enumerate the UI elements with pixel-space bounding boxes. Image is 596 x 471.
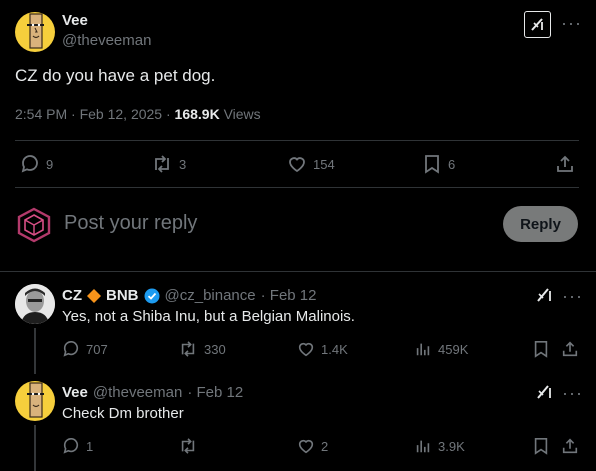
more-options-icon[interactable]: ··· [562,287,583,305]
reply-header-vee: Vee @theveeman · Feb 12 [62,384,243,401]
more-options-icon[interactable]: ··· [561,14,582,32]
author-name[interactable]: Vee [62,12,88,29]
reply-action[interactable]: 9 [20,154,53,174]
views-icon [416,343,430,356]
divider-top [15,140,579,141]
grok-button[interactable] [536,383,553,400]
reply-action[interactable]: 1 [62,437,93,455]
repost-count: 330 [204,341,226,357]
bookmark-action[interactable] [532,437,550,455]
reply-count: 707 [86,341,108,357]
share-icon [562,341,578,357]
author-handle[interactable]: @theveeman [62,32,151,49]
like-count: 154 [313,156,335,172]
bookmark-icon [425,155,439,174]
like-action[interactable]: 1.4K [297,340,348,358]
grok-icon [531,18,543,31]
like-icon [289,157,305,173]
reply-date[interactable]: · Feb 12 [261,287,317,304]
views-icon [416,440,430,453]
share-action[interactable] [555,154,575,174]
binance-diamond-icon [87,288,101,303]
reply-button[interactable]: Reply [503,206,578,242]
views-label: Views [219,106,261,122]
avatar-illustration [27,382,44,418]
bookmark-icon [534,340,548,358]
bookmark-count: 6 [448,156,456,172]
reply-handle[interactable]: @theveeman [93,384,182,401]
grok-button[interactable] [524,11,551,38]
reply-author-name[interactable]: Vee [62,384,88,401]
post-meta: 2:54 PM · Feb 12, 2025 · 168.9K Views [15,106,261,122]
share-action[interactable] [561,340,579,358]
bookmark-action[interactable]: 6 [422,154,455,174]
thread-connector [34,328,36,374]
share-action[interactable] [561,437,579,455]
avatar-illustration [27,13,44,49]
cz-portrait [15,284,55,324]
reply-header-cz: CZ BNB @cz_binance · Feb 12 [62,287,317,304]
views-action[interactable]: 459K [414,340,468,358]
repost-action[interactable]: 330 [178,340,226,358]
share-icon [562,438,578,454]
repost-icon [181,438,195,454]
grok-icon [537,385,551,399]
post-timestamp[interactable]: 2:54 PM · Feb 12, 2025 · [15,106,175,122]
reply-avatar-vee[interactable] [15,381,55,421]
divider-mid [15,187,579,188]
views-action[interactable]: 3.9K [414,437,465,455]
repost-icon [155,155,169,173]
reply-author-name[interactable]: CZ [62,287,82,304]
repost-icon [181,341,195,357]
more-options-icon[interactable]: ··· [562,384,583,402]
views-count: 3.9K [438,438,465,454]
like-count: 2 [321,438,329,454]
reply-text: Yes, not a Shiba Inu, but a Belgian Mali… [62,308,355,325]
divider-bottom [0,271,596,272]
composer-avatar[interactable] [15,206,53,244]
like-action[interactable]: 2 [297,437,328,455]
bookmark-action[interactable] [532,340,550,358]
reply-icon [21,155,38,173]
author-avatar[interactable] [15,12,55,52]
grok-button[interactable] [536,286,553,303]
views-count: 459K [438,341,469,357]
reply-input[interactable]: Post your reply [64,212,197,235]
share-icon [557,155,573,172]
reply-count: 1 [86,438,94,454]
reply-text: Check Dm brother [62,405,184,422]
post-text: CZ do you have a pet dog. [15,66,216,85]
reply-icon [63,437,79,454]
reply-icon [63,340,79,357]
views-count: 168.9K [174,106,220,122]
grok-icon [537,288,551,302]
repost-count: 3 [179,156,187,172]
repost-action[interactable] [178,437,204,455]
reply-avatar-cz[interactable] [15,284,55,324]
thread-connector [34,425,36,471]
verified-icon [144,288,159,303]
bookmark-icon [534,437,548,455]
reply-date[interactable]: · Feb 12 [187,384,243,401]
like-icon [298,439,314,454]
cube-avatar-icon [17,207,51,243]
reply-action[interactable]: 707 [62,340,108,358]
like-icon [298,342,314,357]
reply-count: 9 [46,156,54,172]
repost-action[interactable]: 3 [151,154,186,174]
like-action[interactable]: 154 [287,154,335,174]
reply-handle[interactable]: @cz_binance [165,287,256,304]
like-count: 1.4K [321,341,348,357]
reply-author-badge[interactable]: BNB [106,287,139,304]
